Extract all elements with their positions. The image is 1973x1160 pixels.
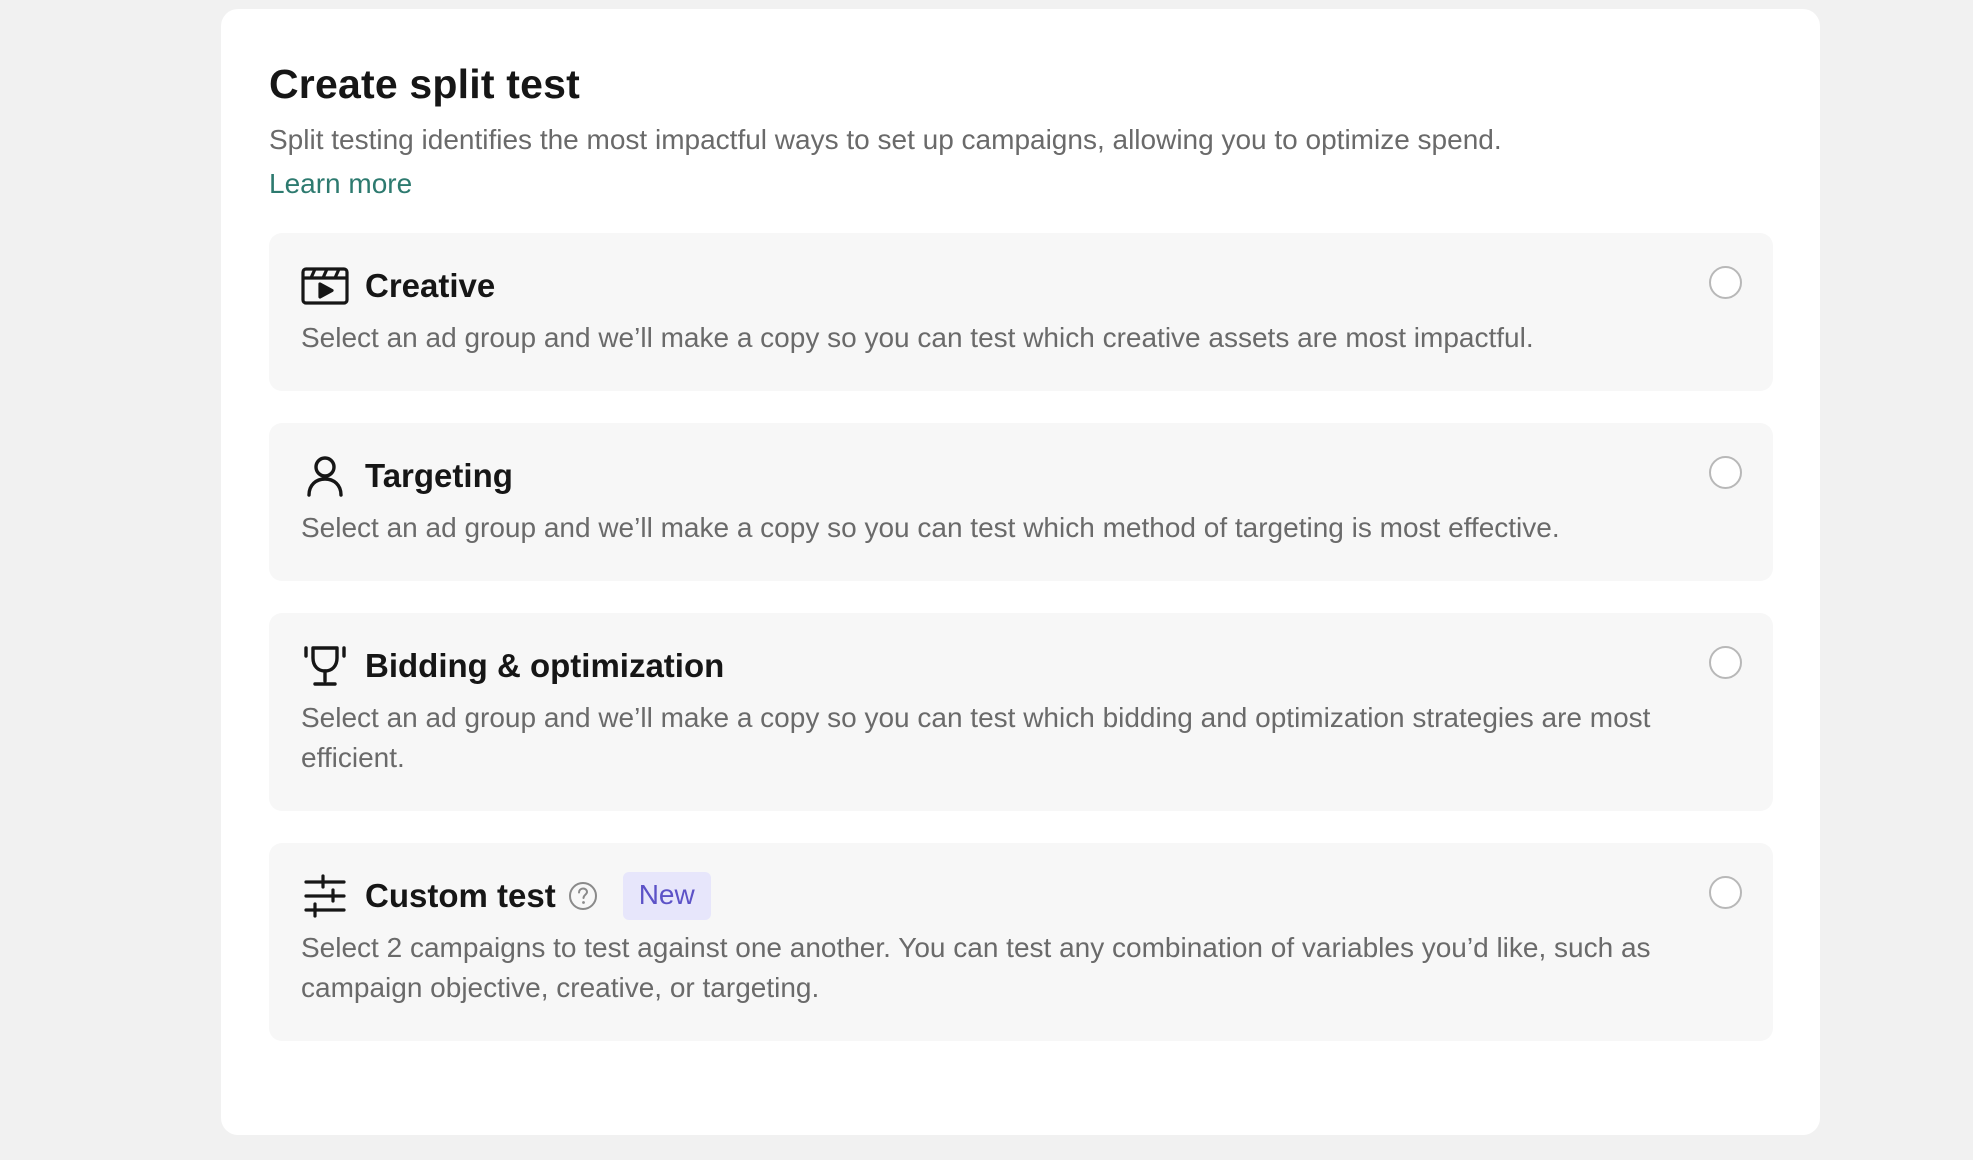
page-title: Create split test [269, 61, 581, 107]
trophy-icon [301, 643, 349, 689]
option-title: Targeting [365, 457, 513, 494]
question-circle-icon[interactable] [568, 881, 598, 911]
option-bidding-optimization[interactable]: Bidding & optimization Select an ad grou… [269, 613, 1773, 811]
option-description: Select an ad group and we’ll make a copy… [301, 702, 1651, 773]
sliders-icon [301, 873, 349, 919]
clapperboard-icon [301, 263, 349, 309]
option-description: Select 2 campaigns to test against one a… [301, 932, 1651, 1003]
option-title: Creative [365, 267, 496, 304]
create-split-test-panel: Create split test Split testing identifi… [221, 9, 1820, 1135]
option-radio-creative[interactable] [1709, 266, 1742, 299]
option-creative[interactable]: Creative Select an ad group and we’ll ma… [269, 233, 1773, 391]
option-custom-test[interactable]: Custom test New Select 2 campaigns to te… [269, 843, 1773, 1041]
option-title: Custom test [365, 877, 556, 914]
new-badge: New [622, 872, 711, 920]
option-radio-targeting[interactable] [1709, 456, 1742, 489]
option-title: Bidding & optimization [365, 647, 725, 684]
person-icon [301, 453, 349, 499]
option-radio-custom-test[interactable] [1709, 876, 1742, 909]
option-targeting[interactable]: Targeting Select an ad group and we’ll m… [269, 423, 1773, 581]
option-radio-bidding-optimization[interactable] [1709, 646, 1742, 679]
learn-more-link[interactable]: Learn more [269, 164, 412, 204]
page-subtitle: Split testing identifies the most impact… [269, 124, 1502, 155]
split-test-options: Creative Select an ad group and we’ll ma… [269, 233, 1773, 1041]
option-description: Select an ad group and we’ll make a copy… [301, 512, 1560, 543]
option-description: Select an ad group and we’ll make a copy… [301, 322, 1534, 353]
